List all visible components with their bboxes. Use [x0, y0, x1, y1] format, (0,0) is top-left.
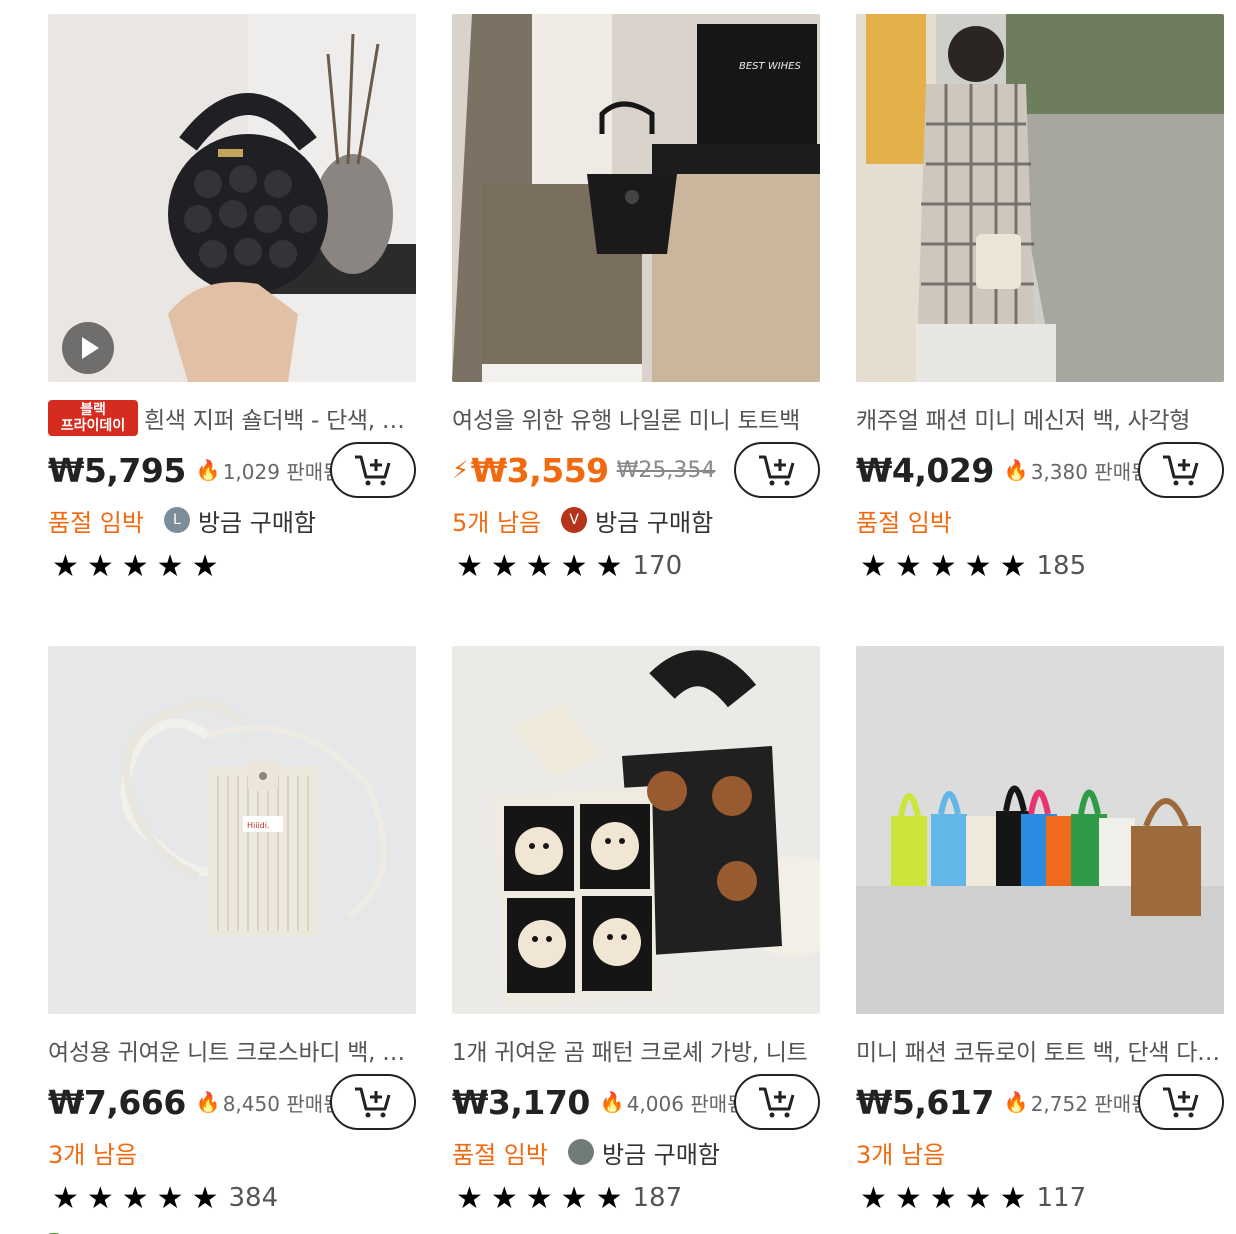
product-card[interactable]: 블랙프라이데이 흰색 지퍼 숄더백 - 단색, 캐주얼 스타일 ₩5,795 🔥…: [48, 14, 416, 646]
next-row-peek: [48, 1226, 428, 1234]
stock-status: 3개 남음: [48, 1140, 138, 1169]
bag-print-text: BEST WIHES: [739, 61, 801, 72]
rating-count: 384: [228, 1183, 279, 1213]
sold-count: 3,380 판매됨: [1030, 459, 1150, 484]
fire-icon: 🔥: [195, 458, 221, 482]
add-to-cart-icon: [759, 455, 795, 486]
product-image[interactable]: [48, 14, 416, 382]
fire-icon: 🔥: [1003, 1090, 1029, 1114]
product-image[interactable]: BEST WIHES: [452, 14, 820, 382]
add-to-cart-icon: [355, 455, 391, 486]
product-image[interactable]: [856, 646, 1224, 1014]
product-title[interactable]: 흰색 지퍼 숄더백 - 단색, 캐주얼 스타일: [144, 401, 416, 435]
price: ₩5,617: [856, 1082, 994, 1122]
sold-count: 2,752 판매됨: [1030, 1091, 1150, 1116]
product-title[interactable]: 캐주얼 패션 미니 메신저 백, 사각형: [856, 401, 1224, 435]
product-card[interactable]: BEST WIHES 여성을 위한 유행 나일론 미니 토트백 ⚡ ₩3,559…: [452, 14, 820, 646]
product-grid: 블랙프라이데이 흰색 지퍼 숄더백 - 단색, 캐주얼 스타일 ₩5,795 🔥…: [48, 14, 1224, 1234]
stock-status: 품절 임박: [856, 508, 952, 537]
avatar: [567, 1139, 594, 1165]
lightning-icon: ⚡: [452, 456, 469, 484]
product-title[interactable]: 1개 귀여운 곰 패턴 크로셰 가방, 니트: [452, 1033, 820, 1067]
rating-count: 117: [1036, 1183, 1087, 1213]
product-title[interactable]: 미니 패션 코듀로이 토트 백, 단색 다용도: [856, 1033, 1224, 1067]
fire-icon: 🔥: [599, 1090, 625, 1114]
stock-status: 품절 임박: [48, 508, 144, 537]
original-price: ₩25,354: [616, 457, 716, 483]
rating-stars: ★★★★★: [860, 1180, 1035, 1216]
add-to-cart-button[interactable]: [330, 1074, 416, 1130]
product-card[interactable]: 1개 귀여운 곰 패턴 크로셰 가방, 니트 ₩3,170 🔥 4,006 판매…: [452, 646, 820, 1234]
product-card[interactable]: 미니 패션 코듀로이 토트 백, 단색 다용도 ₩5,617 🔥 2,752 판…: [856, 646, 1224, 1234]
rating-stars: ★★★★★: [52, 548, 227, 584]
rating-count: 187: [632, 1183, 683, 1213]
rating-stars: ★★★★★: [860, 548, 1035, 584]
add-to-cart-button[interactable]: [330, 442, 416, 498]
product-title[interactable]: 여성용 귀여운 니트 크로스바디 백, 단색: [48, 1033, 416, 1067]
add-to-cart-button[interactable]: [734, 442, 820, 498]
stock-status: 5개 남음: [452, 508, 542, 537]
price: ₩4,029: [856, 450, 994, 490]
price: ₩7,666: [48, 1082, 186, 1122]
add-to-cart-button[interactable]: [1138, 442, 1224, 498]
rating-count: 185: [1036, 551, 1087, 581]
product-image[interactable]: Hiiidi.: [48, 646, 416, 1014]
add-to-cart-icon: [1163, 455, 1199, 486]
price: ₩3,559: [470, 450, 609, 490]
fire-icon: 🔥: [1003, 458, 1029, 482]
product-card[interactable]: 캐주얼 패션 미니 메신저 백, 사각형 ₩4,029 🔥 3,380 판매됨 …: [856, 14, 1224, 646]
fire-icon: 🔥: [195, 1090, 221, 1114]
price: ₩5,795: [48, 450, 186, 490]
rating-count: 170: [632, 551, 683, 581]
black-friday-badge: 블랙 프라이데이: [48, 400, 138, 436]
rating-stars: ★★★★★: [456, 548, 631, 584]
play-icon[interactable]: [62, 322, 114, 374]
product-title[interactable]: 여성을 위한 유행 나일론 미니 토트백: [452, 401, 820, 435]
rating-stars: ★★★★★: [52, 1180, 227, 1216]
recent-buyer-text: 방금 구매함: [601, 1140, 720, 1169]
product-card[interactable]: Hiiidi. 여성용 귀여운 니트 크로스바디 백, 단색 ₩7,666 🔥 …: [48, 646, 416, 1234]
bag-label-text: Hiiidi.: [247, 821, 270, 830]
recent-buyer-text: 방금 구매함: [595, 508, 714, 537]
add-to-cart-button[interactable]: [734, 1074, 820, 1130]
add-to-cart-icon: [1163, 1087, 1199, 1118]
stock-status: 3개 남음: [856, 1140, 946, 1169]
sold-count: 1,029 판매됨: [222, 459, 342, 484]
add-to-cart-icon: [759, 1087, 795, 1118]
avatar: L: [163, 507, 190, 533]
rating-stars: ★★★★★: [456, 1180, 631, 1216]
recent-buyer-text: 방금 구매함: [197, 508, 316, 537]
product-image[interactable]: [452, 646, 820, 1014]
product-image[interactable]: [856, 14, 1224, 382]
add-to-cart-icon: [355, 1087, 391, 1118]
add-to-cart-button[interactable]: [1138, 1074, 1224, 1130]
stock-status: 품절 임박: [452, 1140, 548, 1169]
sold-count: 4,006 판매됨: [626, 1091, 746, 1116]
avatar: V: [561, 507, 588, 533]
price: ₩3,170: [452, 1082, 590, 1122]
sold-count: 8,450 판매됨: [222, 1091, 342, 1116]
